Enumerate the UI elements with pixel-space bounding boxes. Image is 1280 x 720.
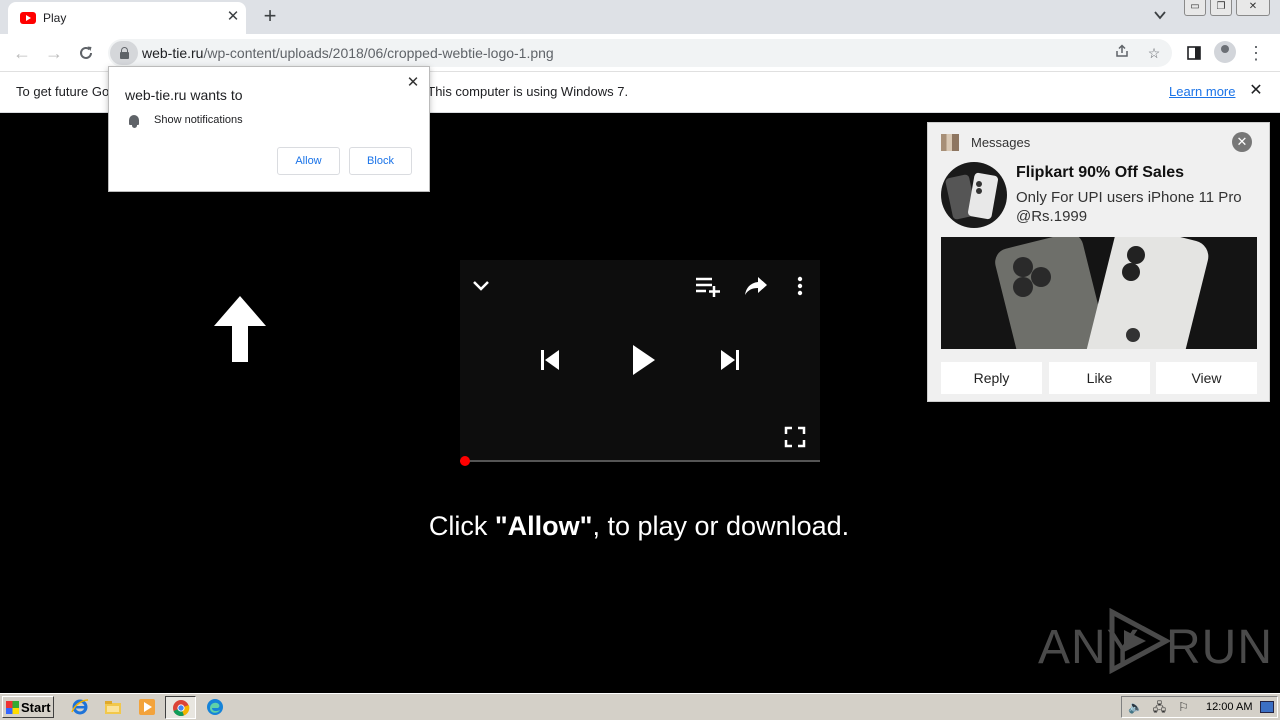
like-button[interactable]: Like: [1049, 362, 1150, 394]
more-vert-icon[interactable]: [794, 276, 806, 296]
volume-icon[interactable]: 🔈: [1128, 700, 1143, 715]
url-path: /wp-content/uploads/2018/06/cropped-webt…: [203, 45, 554, 61]
chrome-taskbar-button[interactable]: [165, 696, 196, 719]
tab-close-icon[interactable]: ✕: [224, 8, 242, 26]
watermark-right: RUN: [1166, 621, 1273, 674]
start-label: Start: [21, 700, 51, 715]
restore-button[interactable]: ❐: [1210, 0, 1232, 16]
view-button[interactable]: View: [1156, 362, 1257, 394]
share-icon[interactable]: [744, 276, 768, 296]
permission-close-icon[interactable]: ✕: [405, 75, 421, 91]
infobar-close-icon[interactable]: ✕: [1246, 81, 1266, 101]
arrow-up-icon: [214, 296, 266, 362]
action-center-flag-icon[interactable]: ⚐: [1176, 700, 1191, 715]
video-player[interactable]: [460, 260, 820, 466]
clock[interactable]: 12:00 AM: [1206, 701, 1252, 713]
chrome-icon: [173, 700, 190, 717]
side-panel-icon[interactable]: [1182, 41, 1206, 65]
browser-tab[interactable]: Play ✕: [8, 2, 246, 34]
headline-allow: "Allow": [494, 511, 593, 541]
block-button[interactable]: Block: [349, 147, 412, 175]
notification-title: Flipkart 90% Off Sales: [1016, 164, 1185, 181]
reload-icon[interactable]: [74, 41, 98, 65]
edge-icon[interactable]: [206, 698, 224, 716]
notification-close-icon[interactable]: ✕: [1232, 132, 1252, 152]
windows-taskbar: Start 🔈 🖧 ⚐ 12:00 AM: [0, 693, 1280, 720]
notification-app-name: Messages: [971, 135, 1031, 150]
progress-bar[interactable]: [460, 460, 820, 462]
tab-title: Play: [43, 11, 67, 25]
media-player-icon[interactable]: [138, 698, 156, 716]
show-desktop-icon[interactable]: [1260, 701, 1274, 713]
file-explorer-icon[interactable]: [104, 698, 122, 716]
anyrun-play-logo-icon: [1109, 608, 1172, 674]
page-headline: Click "Allow", to play or download.: [0, 511, 1278, 542]
fullscreen-icon[interactable]: [784, 426, 806, 448]
bell-icon: [128, 114, 141, 128]
notification-body: Only For UPI users iPhone 11 Pro @Rs.199…: [1016, 189, 1242, 225]
play-icon[interactable]: [631, 343, 657, 377]
tab-search-chevron-icon[interactable]: [1150, 8, 1170, 28]
url-host: web-tie.ru: [142, 45, 204, 61]
headline-suffix: , to play or download.: [592, 511, 850, 541]
skip-next-icon[interactable]: [719, 348, 741, 372]
url-text[interactable]: web-tie.ru/wp-content/uploads/2018/06/cr…: [142, 45, 554, 61]
playlist-add-icon[interactable]: [695, 276, 721, 298]
skip-previous-icon[interactable]: [539, 348, 561, 372]
lock-icon[interactable]: [110, 41, 138, 65]
youtube-icon: [20, 12, 36, 24]
new-tab-button[interactable]: +: [258, 5, 282, 29]
anyrun-watermark: ANY RUN: [1038, 606, 1272, 676]
share-page-icon[interactable]: [1112, 43, 1132, 63]
internet-explorer-icon[interactable]: [71, 698, 89, 716]
address-bar[interactable]: web-tie.ru/wp-content/uploads/2018/06/cr…: [108, 39, 1172, 67]
back-icon[interactable]: ←: [10, 41, 34, 65]
minimize-button[interactable]: ▭: [1184, 0, 1206, 16]
messages-app-icon: [941, 134, 959, 151]
network-icon[interactable]: 🖧: [1152, 700, 1167, 715]
push-notification[interactable]: Messages ✕ Flipkart 90% Off Sales Only F…: [927, 122, 1270, 402]
permission-title: web-tie.ru wants to: [125, 87, 243, 103]
learn-more-link[interactable]: Learn more: [1169, 84, 1235, 99]
allow-button[interactable]: Allow: [277, 147, 340, 175]
chrome-menu-icon[interactable]: ⋮: [1244, 41, 1268, 65]
system-tray: 🔈 🖧 ⚐ 12:00 AM: [1121, 696, 1278, 718]
notification-thumbnail: [941, 162, 1007, 228]
progress-scrubber[interactable]: [460, 456, 470, 466]
reply-button[interactable]: Reply: [941, 362, 1042, 394]
windows-flag-icon: [6, 701, 19, 714]
permission-item: Show notifications: [154, 114, 243, 126]
start-button[interactable]: Start: [2, 696, 54, 718]
chevron-down-icon[interactable]: [471, 276, 491, 296]
notification-image: [941, 237, 1257, 349]
bookmark-star-icon[interactable]: ☆: [1144, 43, 1164, 63]
tab-strip: Play ✕ + ▭ ❐ ✕: [0, 0, 1280, 34]
headline-prefix: Click: [428, 511, 495, 541]
profile-avatar[interactable]: [1214, 41, 1236, 63]
forward-icon[interactable]: →: [42, 41, 66, 65]
notification-permission-popup: web-tie.ru wants to ✕ Show notifications…: [108, 66, 430, 192]
window-close-button[interactable]: ✕: [1236, 0, 1270, 16]
